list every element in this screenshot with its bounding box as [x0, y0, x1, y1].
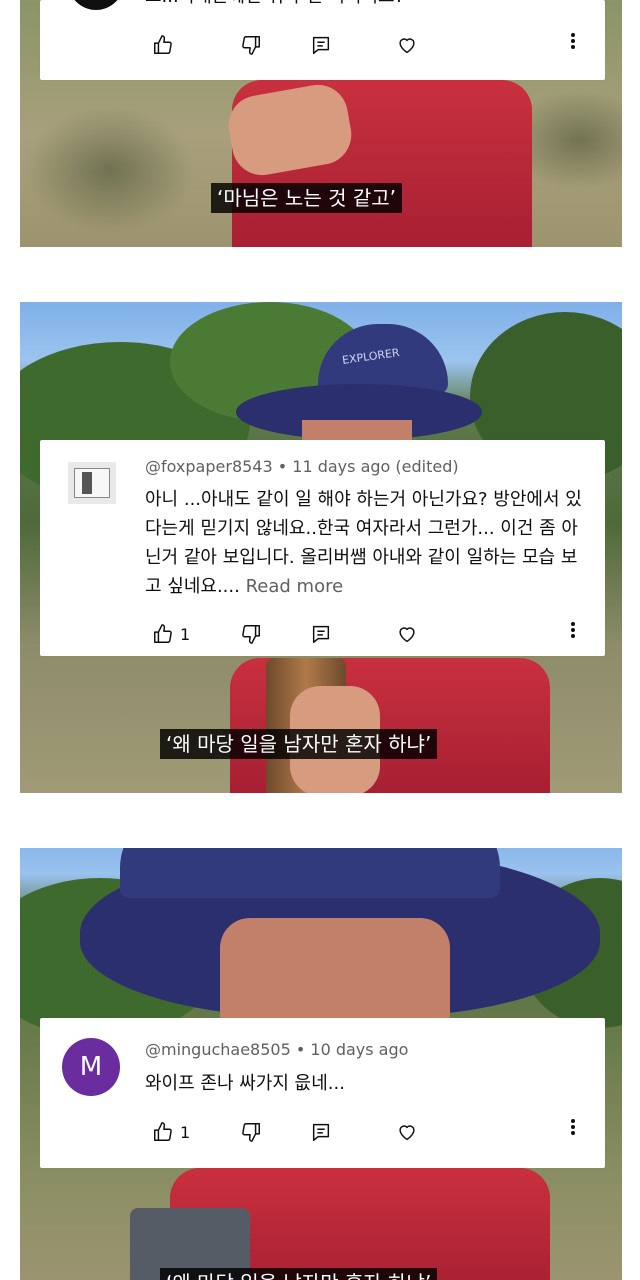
comment-text: 그...아내분께선 뭐하 신 여지리요? [145, 0, 585, 11]
reply-button[interactable] [310, 33, 332, 57]
thumb-down-icon [242, 625, 260, 644]
heart-icon [399, 627, 415, 643]
reply-icon [312, 625, 330, 643]
comment-avatar[interactable] [68, 462, 116, 504]
thumb-up-icon [154, 1122, 172, 1141]
like-button[interactable]: 1 [152, 622, 190, 646]
heart-button[interactable] [396, 1120, 418, 1144]
dislike-button[interactable] [240, 622, 262, 646]
dislike-button[interactable] [240, 33, 262, 57]
avatar-letter: M [79, 1052, 103, 1082]
comment-card-3: M @minguchae8505 • 10 days ago 와이프 존나 싸가… [40, 1018, 605, 1168]
comment-text: 와이프 존나 싸가지 읎네... [145, 1073, 345, 1094]
thumb-down-icon [242, 36, 260, 55]
subtitle-1: ‘마님은 노는 것 같고’ [211, 183, 402, 213]
dislike-button[interactable] [240, 1120, 262, 1144]
read-more-link[interactable]: Read more [246, 576, 344, 597]
heart-icon [399, 38, 415, 54]
comment-actions [152, 33, 582, 57]
more-vert-icon[interactable] [569, 620, 577, 644]
like-button[interactable] [152, 33, 180, 57]
reply-button[interactable] [310, 622, 332, 646]
like-button[interactable]: 1 [152, 1120, 190, 1144]
heart-button[interactable] [396, 33, 418, 57]
page: ‘마님은 노는 것 같고’ 그...아내분께선 뭐하 신 여지리요? [0, 0, 640, 1280]
subtitle-2: ‘왜 마당 일을 남자만 혼자 하냐’ [160, 729, 438, 759]
subtitle-3: ‘왜 마당 일을 남자만 혼자 하냐’ [160, 1268, 438, 1280]
reply-button[interactable] [310, 1120, 332, 1144]
comment-avatar[interactable]: M [62, 1038, 120, 1096]
thumb-up-icon [154, 624, 172, 643]
like-count: 1 [180, 624, 191, 644]
hat [120, 848, 500, 898]
comment-actions: 1 [152, 1120, 582, 1144]
heart-button[interactable] [396, 622, 418, 646]
reply-icon [312, 1123, 330, 1141]
comment-author[interactable]: @minguchae8505 • 10 days ago [145, 1040, 408, 1059]
comment-text-content: 아니 ...아내도 같이 일 해야 하는거 아닌가요? 방안에서 있다는게 믿기… [145, 489, 582, 597]
more-vert-icon[interactable] [569, 1117, 577, 1141]
comment-actions: 1 [152, 622, 582, 646]
heart-icon [399, 1125, 415, 1141]
comment-card-2: @foxpaper8543 • 11 days ago (edited) 아니 … [40, 440, 605, 656]
thumb-down-icon [242, 1123, 260, 1142]
comment-text: 아니 ...아내도 같이 일 해야 하는거 아닌가요? 방안에서 있다는게 믿기… [145, 485, 585, 601]
comment-avatar[interactable] [68, 0, 124, 10]
more-vert-icon[interactable] [569, 31, 577, 55]
comment-author[interactable]: @foxpaper8543 • 11 days ago (edited) [145, 457, 459, 476]
comment-card-1: 그...아내분께선 뭐하 신 여지리요? [40, 0, 605, 80]
thumb-up-icon [154, 35, 172, 54]
reply-icon [312, 36, 330, 54]
like-count: 1 [180, 1122, 191, 1142]
